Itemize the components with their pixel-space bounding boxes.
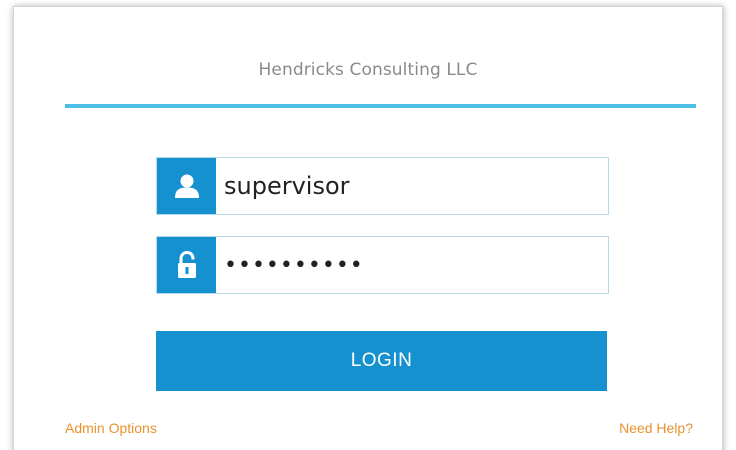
login-button[interactable]: LOGIN	[156, 331, 607, 391]
password-input[interactable]	[216, 237, 608, 293]
lock-icon	[157, 237, 216, 293]
company-title: Hendricks Consulting LLC	[258, 60, 478, 80]
need-help-link[interactable]: Need Help?	[619, 420, 693, 436]
password-field[interactable]	[156, 236, 609, 294]
login-panel: Hendricks Consulting LLC LOGIN	[13, 6, 723, 450]
username-field[interactable]	[156, 157, 609, 215]
username-input[interactable]	[216, 158, 608, 214]
user-icon	[157, 158, 216, 214]
title-divider	[65, 104, 696, 108]
login-page: Hendricks Consulting LLC LOGIN	[0, 0, 736, 450]
admin-options-link[interactable]: Admin Options	[65, 420, 157, 436]
